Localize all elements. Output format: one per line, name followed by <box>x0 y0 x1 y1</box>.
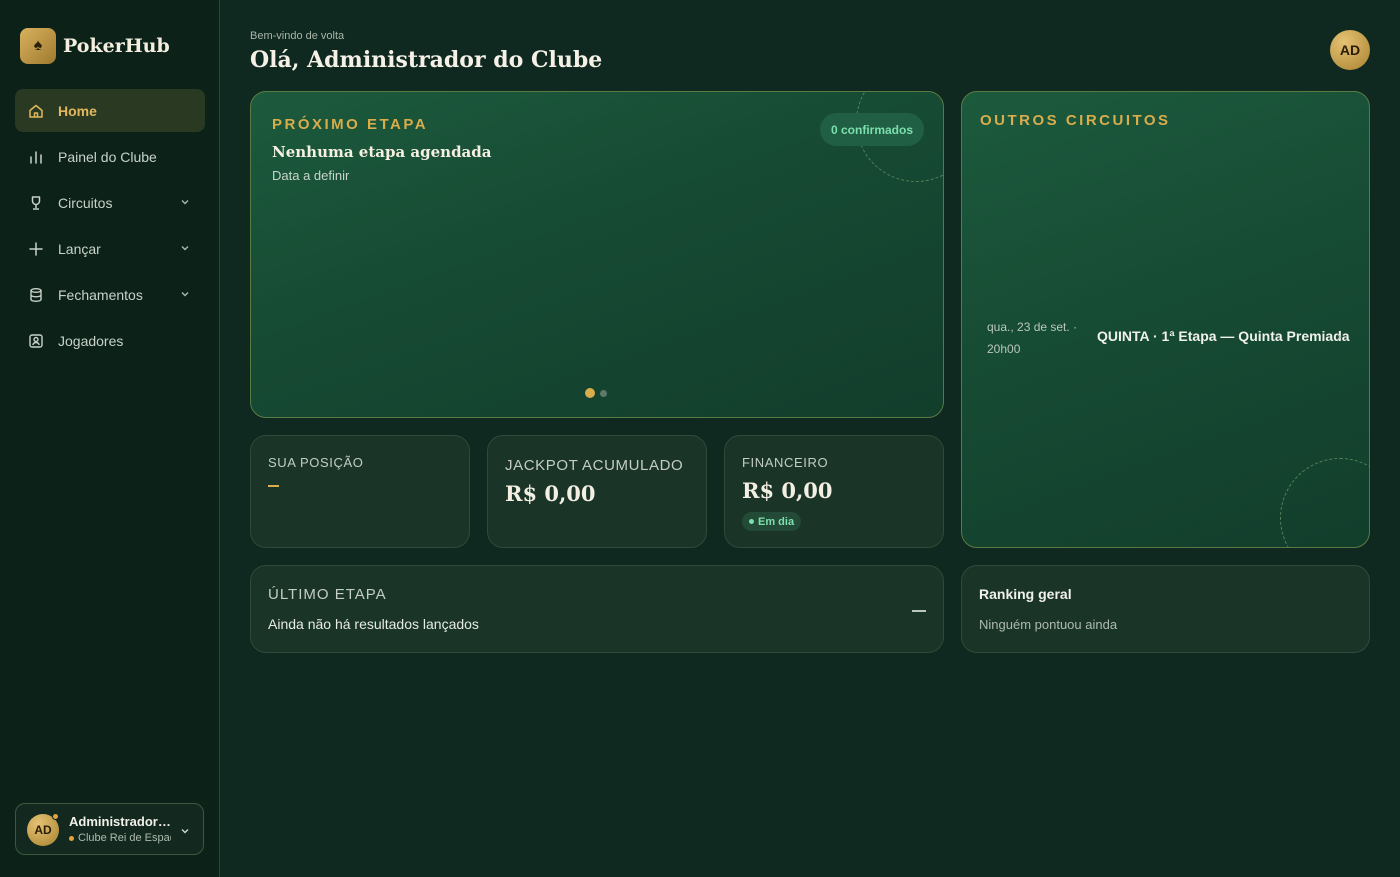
confirmed-badge: 0 confirmados <box>820 113 925 146</box>
event-title-link[interactable]: QUINTA · 1ª Etapa — Quinta Premiada <box>1097 328 1350 344</box>
badge-dot <box>749 519 754 524</box>
carousel-dot-2[interactable] <box>600 389 607 397</box>
status-badge-label: Em dia <box>758 515 795 528</box>
carousel-dot-1[interactable] <box>585 388 595 398</box>
brand[interactable]: ♠ PokerHub <box>20 28 170 64</box>
chevron-down-icon[interactable] <box>179 824 191 842</box>
jackpot-label: JACKPOT ACUMULADO <box>505 457 684 474</box>
sidebar-item-label: Lançar <box>58 240 101 257</box>
ranking-title: Ranking geral <box>979 586 1072 602</box>
position-card: SUA POSIÇÃO <box>250 435 470 548</box>
ranking-card[interactable]: Ranking geral Ninguém pontuou ainda <box>961 565 1370 653</box>
last-stage-title: ÚLTIMO ETAPA <box>268 586 387 603</box>
club-dot <box>69 835 74 841</box>
status-dot <box>52 813 59 820</box>
jackpot-card: JACKPOT ACUMULADO R$ 0,00 <box>487 435 707 548</box>
sidebar-item-circuitos[interactable]: Circuitos <box>15 181 205 224</box>
sidebar-item-jogadores[interactable]: Jogadores <box>15 319 205 362</box>
position-label: SUA POSIÇÃO <box>268 455 364 470</box>
position-empty-dash <box>268 485 279 487</box>
jackpot-value: R$ 0,00 <box>505 481 596 506</box>
event-date: qua., 23 de set. · 20h00 <box>987 320 1078 356</box>
decorative-ring <box>1280 458 1369 547</box>
sidebar-nav: Home Painel do Clube Circuitos Lançar Fe… <box>15 89 205 365</box>
user-club-name: Clube Rei de Espadas <box>78 832 171 844</box>
finance-label: FINANCEIRO <box>742 455 829 470</box>
sidebar-item-label: Painel do Clube <box>58 148 157 165</box>
trophy-icon <box>28 195 44 211</box>
next-stage-date: Data a definir <box>272 168 350 183</box>
sidebar-item-label: Jogadores <box>58 332 124 349</box>
brand-name: PokerHub <box>63 35 170 57</box>
spade-icon: ♠ <box>20 28 56 64</box>
sidebar-item-label: Home <box>58 102 97 119</box>
status-badge: Em dia <box>742 512 802 531</box>
page-title: Olá, Administrador do Clube <box>250 47 603 73</box>
header-avatar[interactable]: AD <box>1330 30 1370 70</box>
sidebar-item-home[interactable]: Home <box>15 89 205 132</box>
chevron-down-icon[interactable] <box>179 287 191 303</box>
finance-value: R$ 0,00 <box>742 478 833 503</box>
bar-chart-icon <box>28 149 44 165</box>
sidebar-item-fechamentos[interactable]: Fechamentos <box>15 273 205 316</box>
user-club: Clube Rei de Espadas <box>69 832 171 844</box>
welcome-text: Bem-vindo de volta <box>250 30 345 42</box>
other-circuits-eyebrow: OUTROS CIRCUITOS <box>980 112 1171 129</box>
last-stage-text: Ainda não há resultados lançados <box>268 616 479 632</box>
carousel-dots <box>585 388 612 398</box>
last-stage-card[interactable]: ÚLTIMO ETAPA Ainda não há resultados lan… <box>250 565 944 653</box>
next-stage-title: Nenhuma etapa agendada <box>272 143 492 161</box>
database-icon <box>28 287 44 303</box>
user-name: Administrador do Clube <box>69 814 174 829</box>
chevron-down-icon[interactable] <box>179 241 191 257</box>
sidebar-item-label: Circuitos <box>58 194 113 211</box>
home-icon <box>28 103 44 119</box>
sidebar: ♠ PokerHub Home Painel do Clube Circuito… <box>0 0 220 877</box>
other-circuits-card: OUTROS CIRCUITOS qua., 23 de set. · 20h0… <box>961 91 1370 548</box>
next-stage-eyebrow: PRÓXIMO ETAPA <box>272 116 429 133</box>
plus-icon <box>28 241 44 257</box>
sidebar-item-label: Fechamentos <box>58 286 143 303</box>
sidebar-item-painel[interactable]: Painel do Clube <box>15 135 205 178</box>
finance-card: FINANCEIRO R$ 0,00 Em dia <box>724 435 944 548</box>
chevron-right-icon[interactable] <box>1333 330 1345 348</box>
user-menu[interactable]: AD Administrador do Clube Clube Rei de E… <box>15 803 204 855</box>
collapse-icon[interactable] <box>912 610 926 612</box>
next-stage-card: PRÓXIMO ETAPA 0 confirmados Nenhuma etap… <box>250 91 944 418</box>
chevron-down-icon[interactable] <box>179 195 191 211</box>
ranking-text: Ninguém pontuou ainda <box>979 617 1118 632</box>
user-badge-icon <box>28 333 44 349</box>
sidebar-item-lancar[interactable]: Lançar <box>15 227 205 270</box>
